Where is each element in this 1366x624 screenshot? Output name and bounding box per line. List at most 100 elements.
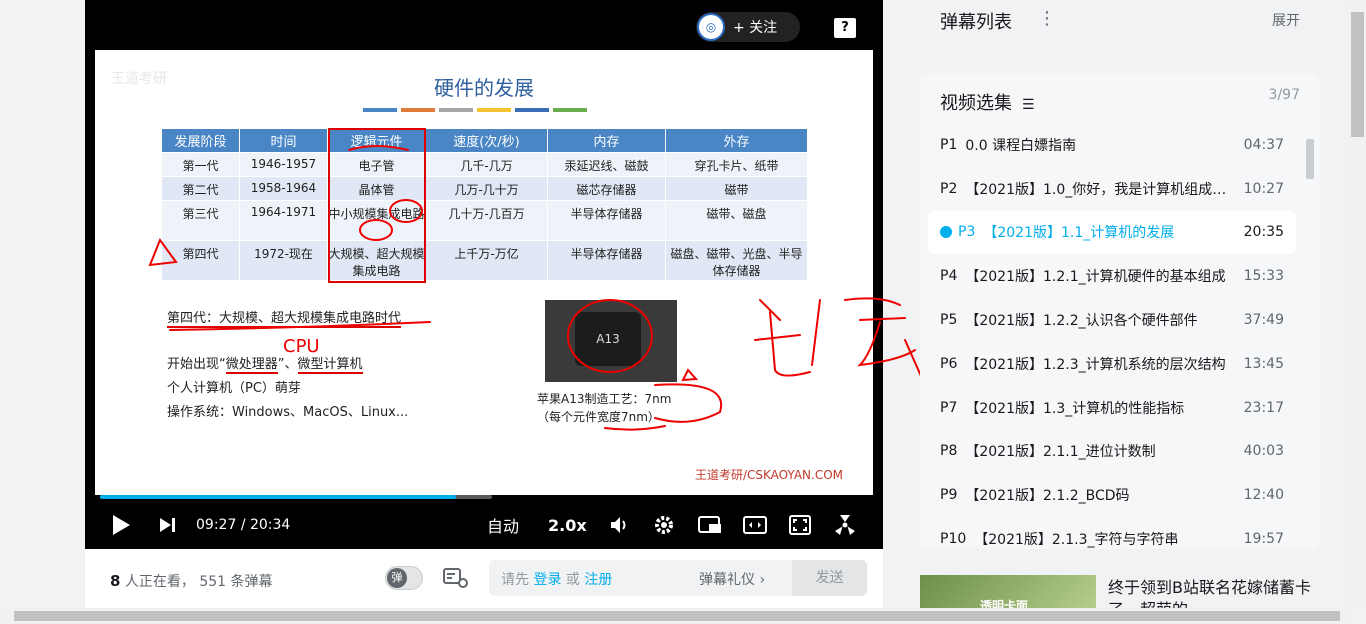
next-icon[interactable] bbox=[159, 505, 177, 545]
episode-duration: 12:40 bbox=[1243, 487, 1284, 504]
episode-item[interactable]: P6 【2021版】1.2.3_计算机系统的层次结构 13:45 bbox=[928, 342, 1296, 386]
settings-gear-icon[interactable] bbox=[653, 505, 675, 545]
progress-played[interactable] bbox=[100, 495, 456, 499]
quality-button[interactable]: 自动 bbox=[487, 505, 519, 545]
episode-duration: 15:33 bbox=[1243, 268, 1284, 285]
episode-item[interactable]: P7 【2021版】1.3_计算机的性能指标 23:17 bbox=[928, 386, 1296, 430]
episode-panel-title: 视频选集 bbox=[940, 93, 1012, 114]
episode-duration: 20:35 bbox=[1243, 224, 1284, 241]
episode-item[interactable]: P4 【2021版】1.2.1_计算机硬件的基本组成 15:33 bbox=[928, 254, 1296, 298]
follow-label: + 关注 bbox=[733, 20, 778, 36]
table-cell: 第三代 bbox=[161, 200, 240, 241]
video-area[interactable]: 王道考研 硬件的发展 发展阶段 时间 逻辑元件 速度(次/秒) 内存 外存 第一… bbox=[85, 0, 883, 500]
slide-footer: 王道考研/CSKAOYAN.COM bbox=[694, 468, 843, 482]
login-link[interactable]: 登录 bbox=[533, 572, 561, 588]
table-cell: 几十万-几百万 bbox=[425, 200, 548, 241]
chip-caption-line: 苹果A13制造工艺：7nm bbox=[537, 392, 672, 406]
episode-scroll-thumb[interactable] bbox=[1306, 139, 1314, 179]
table-row: 第一代 1946-1957 电子管 几千-几万 汞延迟线、磁鼓 穿孔卡片、纸带 bbox=[161, 152, 808, 177]
table-cell: 上千万-万亿 bbox=[425, 240, 548, 281]
episode-panel: 视频选集 ☰ 3/97 P1 0.0 课程白嫖指南 04:37 P2 【2021版】1.0… bbox=[920, 73, 1320, 549]
volume-icon[interactable] bbox=[609, 505, 631, 545]
table-cell: 汞延迟线、磁鼓 bbox=[547, 152, 666, 177]
note-spacer bbox=[167, 331, 408, 353]
webfullscreen-icon[interactable] bbox=[789, 505, 811, 545]
expand-button[interactable]: 展开 bbox=[1272, 10, 1300, 30]
episode-scrollbar[interactable] bbox=[1306, 133, 1314, 543]
page-hscroll-thumb[interactable] bbox=[14, 611, 1340, 621]
table-cell: 第二代 bbox=[161, 176, 240, 201]
hint-text: 请先 bbox=[501, 572, 529, 588]
video-player[interactable]: 王道考研 硬件的发展 发展阶段 时间 逻辑元件 速度(次/秒) 内存 外存 第一… bbox=[85, 0, 883, 549]
danmaku-toggle[interactable]: 弹 bbox=[385, 566, 423, 590]
episode-duration: 10:27 bbox=[1243, 180, 1284, 197]
video-toolbar: 8 人正在看， 551 条弹幕 弹 请先 登录 或 注册 弹幕礼仪 › 发送 bbox=[85, 549, 883, 609]
table-cell: 1946-1957 bbox=[239, 152, 328, 177]
color-bar-segment bbox=[363, 108, 397, 112]
pip-icon[interactable] bbox=[698, 505, 722, 545]
episode-index: P3 bbox=[958, 224, 976, 241]
page-scrollbar-vertical[interactable] bbox=[1349, 0, 1366, 608]
table-cell: 1972-现在 bbox=[239, 240, 328, 281]
hint-text: 或 bbox=[565, 572, 580, 588]
episode-item[interactable]: P1 0.0 课程白嫖指南 04:37 bbox=[928, 123, 1296, 167]
lecture-slide: 王道考研 硬件的发展 发展阶段 时间 逻辑元件 速度(次/秒) 内存 外存 第一… bbox=[95, 50, 873, 495]
fullscreen-icon[interactable] bbox=[834, 505, 856, 545]
note-line: 第四代：大规模、超大规模集成电路时代 bbox=[167, 307, 408, 331]
table-cell: 半导体存储器 bbox=[547, 240, 666, 281]
episode-item[interactable]: P8 【2021版】2.1.1_进位计数制 40:03 bbox=[928, 430, 1296, 474]
table-cell: 1964-1971 bbox=[239, 200, 328, 241]
episode-item[interactable]: P10 【2021版】2.1.3_字符与字符串 19:57 bbox=[928, 517, 1296, 549]
uploader-avatar[interactable]: ◎ bbox=[697, 13, 725, 41]
player-controls: 09:27 / 20:34 自动 2.0x bbox=[85, 505, 883, 545]
episode-title: 【2021版】1.1_计算机的发展 bbox=[983, 225, 1175, 242]
episode-panel-header: 视频选集 ☰ bbox=[940, 89, 1035, 115]
episode-duration: 23:17 bbox=[1243, 399, 1284, 416]
note-text: ”、 bbox=[277, 357, 298, 372]
color-bar-segment bbox=[553, 108, 587, 112]
episode-index: P6 bbox=[940, 355, 958, 372]
widescreen-icon[interactable] bbox=[743, 505, 767, 545]
danmaku-input[interactable]: 请先 登录 或 注册 弹幕礼仪 › 发送 bbox=[489, 560, 867, 596]
table-cell: 磁带、磁盘 bbox=[665, 200, 808, 241]
danmaku-etiquette-link[interactable]: 弹幕礼仪 › bbox=[699, 569, 765, 589]
table-header: 发展阶段 bbox=[161, 128, 240, 153]
etiquette-label: 弹幕礼仪 bbox=[699, 572, 755, 588]
hardware-table: 发展阶段 时间 逻辑元件 速度(次/秒) 内存 外存 第一代 1946-1957 bbox=[161, 128, 808, 281]
register-link[interactable]: 注册 bbox=[584, 572, 612, 588]
table-row: 第二代 1958-1964 晶体管 几万-几十万 磁芯存储器 磁带 bbox=[161, 176, 808, 201]
episode-item[interactable]: P3 【2021版】1.1_计算机的发展 20:35 bbox=[928, 210, 1296, 255]
current-time: 09:27 bbox=[196, 517, 237, 533]
table-row: 第三代 1964-1971 中小规模集成电路 几十万-几百万 半导体存储器 磁带… bbox=[161, 200, 808, 241]
slide-notes: 第四代：大规模、超大规模集成电路时代 开始出现“微处理器”、微型计算机 个人计算… bbox=[167, 307, 408, 425]
help-icon[interactable]: ? bbox=[834, 18, 856, 38]
playing-indicator-icon bbox=[940, 226, 952, 239]
table-cell: 1958-1964 bbox=[239, 176, 328, 201]
play-icon[interactable] bbox=[111, 505, 131, 545]
note-text: 开始出现“ bbox=[167, 357, 226, 372]
color-bar-segment bbox=[477, 108, 511, 112]
episode-title: 【2021版】2.1.1_进位计数制 bbox=[965, 444, 1156, 461]
color-bar-segment bbox=[515, 108, 549, 112]
note-line: 开始出现“微处理器”、微型计算机 bbox=[167, 353, 408, 377]
send-button[interactable]: 发送 bbox=[792, 560, 867, 596]
note-text: 大规模、超大规模集成电路时代 bbox=[219, 311, 402, 328]
episode-title: 【2021版】1.2.3_计算机系统的层次结构 bbox=[965, 356, 1226, 373]
page-scroll-thumb[interactable] bbox=[1351, 12, 1364, 137]
episode-title: 【2021版】1.3_计算机的性能指标 bbox=[965, 400, 1185, 417]
more-vertical-icon[interactable]: ⋮ bbox=[1038, 8, 1056, 29]
note-text: 微型计算机 bbox=[297, 357, 363, 374]
danmaku-settings-icon[interactable] bbox=[443, 567, 469, 589]
episode-title: 【2021版】1.2.1_计算机硬件的基本组成 bbox=[965, 269, 1226, 286]
highlight-box bbox=[328, 128, 426, 283]
list-icon[interactable]: ☰ bbox=[1022, 97, 1035, 113]
page-scrollbar-horizontal[interactable] bbox=[0, 608, 1349, 624]
episode-item[interactable]: P5 【2021版】1.2.2_认识各个硬件部件 37:49 bbox=[928, 298, 1296, 342]
note-line: 操作系统：Windows、MacOS、Linux... bbox=[167, 405, 409, 420]
episode-item[interactable]: P2 【2021版】1.0_你好，我是计算机组成原理 10:27 bbox=[928, 167, 1296, 211]
table-header: 时间 bbox=[239, 128, 328, 153]
a13-chip-image: A13 bbox=[545, 300, 677, 382]
speed-button[interactable]: 2.0x bbox=[548, 505, 587, 545]
episode-item[interactable]: P9 【2021版】2.1.2_BCD码 12:40 bbox=[928, 473, 1296, 517]
follow-button[interactable]: ◎ + 关注 bbox=[696, 12, 800, 42]
